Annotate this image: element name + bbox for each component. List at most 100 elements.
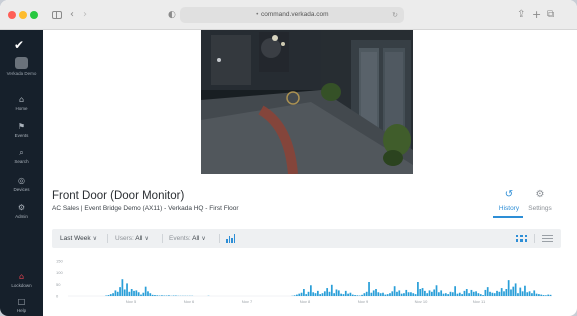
histogram-bar[interactable]	[472, 291, 475, 296]
histogram-bar[interactable]	[458, 292, 461, 296]
histogram-bar[interactable]	[333, 293, 335, 296]
histogram-bar[interactable]	[410, 292, 412, 296]
histogram-bar[interactable]	[398, 290, 401, 296]
histogram-bar[interactable]	[314, 293, 317, 296]
histogram-bar[interactable]	[540, 294, 543, 296]
sidebar-toggle-icon[interactable]	[52, 11, 62, 19]
histogram-bar[interactable]	[449, 291, 452, 296]
histogram-bar[interactable]	[370, 292, 373, 296]
help-button[interactable]: □ Help	[0, 297, 43, 313]
date-range-dropdown[interactable]: Last Week ∨	[60, 229, 97, 248]
histogram-bar[interactable]	[517, 293, 519, 296]
histogram-bar[interactable]	[489, 291, 491, 296]
histogram-bar[interactable]	[428, 290, 431, 296]
histogram-bar[interactable]	[538, 294, 540, 296]
zoom-window-button[interactable]	[30, 11, 38, 19]
new-tab-icon[interactable]: +	[532, 8, 541, 22]
histogram-bar[interactable]	[130, 289, 133, 296]
list-view-icon[interactable]	[542, 235, 553, 242]
verkada-logo-icon[interactable]: ✔	[14, 38, 24, 52]
histogram-bar[interactable]	[379, 293, 382, 296]
histogram-bar[interactable]	[128, 291, 131, 296]
histogram-bar[interactable]	[528, 291, 531, 296]
histogram-bar[interactable]	[500, 288, 503, 296]
histogram-bar[interactable]	[161, 295, 163, 296]
histogram-bar[interactable]	[470, 289, 473, 296]
histogram-bar[interactable]	[461, 294, 463, 296]
histogram-bar[interactable]	[116, 291, 119, 296]
histogram-bar[interactable]	[454, 286, 456, 296]
histogram-bar[interactable]	[400, 293, 403, 296]
sidebar-item-search[interactable]: ⌕ Search	[0, 148, 43, 164]
histogram-bar[interactable]	[340, 293, 342, 296]
histogram-bar[interactable]	[431, 291, 433, 296]
histogram-bar[interactable]	[486, 287, 489, 296]
histogram-bar[interactable]	[337, 290, 340, 296]
histogram-bar[interactable]	[403, 293, 405, 296]
grid-view-icon[interactable]	[516, 235, 527, 242]
histogram-bar[interactable]	[524, 285, 526, 296]
histogram-bar[interactable]	[351, 294, 354, 296]
histogram-bar[interactable]	[533, 290, 536, 296]
histogram-bar[interactable]	[507, 280, 510, 296]
histogram-bar[interactable]	[475, 291, 477, 296]
histogram-bar[interactable]	[384, 294, 387, 296]
histogram-bar[interactable]	[363, 293, 366, 296]
histogram-bar[interactable]	[112, 293, 114, 296]
reload-icon[interactable]: ↻	[392, 7, 398, 23]
histogram-bar[interactable]	[303, 289, 305, 296]
histogram-bar[interactable]	[440, 290, 443, 296]
histogram-bar[interactable]	[545, 295, 547, 296]
histogram-bar[interactable]	[316, 290, 319, 296]
histogram-bar[interactable]	[503, 291, 505, 296]
histogram-bar[interactable]	[123, 289, 126, 296]
histogram-bar[interactable]	[328, 291, 331, 296]
histogram-bar[interactable]	[419, 289, 422, 296]
close-window-button[interactable]	[8, 11, 16, 19]
histogram-bar[interactable]	[417, 282, 419, 296]
histogram-bar[interactable]	[377, 292, 380, 296]
histogram-bar[interactable]	[126, 283, 128, 296]
tab-settings[interactable]: ⚙ Settings	[522, 188, 558, 212]
histogram-bar[interactable]	[347, 293, 349, 296]
histogram-bar[interactable]	[407, 292, 410, 296]
histogram-bar[interactable]	[484, 289, 487, 296]
histogram-bar[interactable]	[121, 279, 124, 296]
event-history-chart[interactable]: 150 100 50 0 Nov 5 Nov 6 Nov 7 Nov 8 Nov 9 Nov 10…	[52, 251, 561, 309]
histogram-bar[interactable]	[526, 292, 529, 296]
histogram-bar[interactable]	[140, 294, 142, 296]
histogram-bar[interactable]	[142, 292, 145, 296]
histogram-bar[interactable]	[154, 295, 156, 296]
histogram-bar[interactable]	[149, 293, 152, 296]
histogram-bar[interactable]	[510, 289, 512, 296]
histogram-bar[interactable]	[396, 291, 398, 296]
histogram-bar[interactable]	[342, 294, 345, 296]
sidebar-item-events[interactable]: ⚑ Events	[0, 122, 43, 138]
privacy-shield-icon[interactable]: ◐	[168, 8, 176, 22]
histogram-bar[interactable]	[535, 293, 538, 296]
histogram-bar[interactable]	[156, 295, 159, 296]
histogram-bar[interactable]	[356, 295, 359, 296]
histogram-bar[interactable]	[307, 291, 310, 296]
minimize-window-button[interactable]	[19, 11, 27, 19]
share-icon[interactable]: ⇪	[517, 8, 525, 22]
histogram-bar[interactable]	[424, 290, 426, 296]
histogram-bar[interactable]	[482, 295, 484, 296]
histogram-bar[interactable]	[326, 288, 329, 296]
histogram-bar[interactable]	[521, 291, 524, 296]
histogram-bar[interactable]	[468, 293, 470, 296]
histogram-bar[interactable]	[479, 294, 482, 296]
histogram-bar[interactable]	[389, 293, 391, 296]
histogram-bar[interactable]	[344, 290, 347, 296]
histogram-bar[interactable]	[310, 285, 312, 296]
sidebar-item-devices[interactable]: ◎ Devices	[0, 176, 43, 192]
tab-overview-icon[interactable]: ⧉	[547, 8, 554, 22]
histogram-bar[interactable]	[391, 291, 394, 296]
histogram-bar[interactable]	[493, 293, 496, 296]
histogram-bar[interactable]	[361, 294, 363, 296]
histogram-bar[interactable]	[421, 288, 424, 296]
histogram-bar[interactable]	[444, 293, 447, 296]
histogram-bar[interactable]	[119, 287, 121, 296]
histogram-bar[interactable]	[375, 289, 377, 296]
histogram-bar[interactable]	[321, 293, 324, 296]
